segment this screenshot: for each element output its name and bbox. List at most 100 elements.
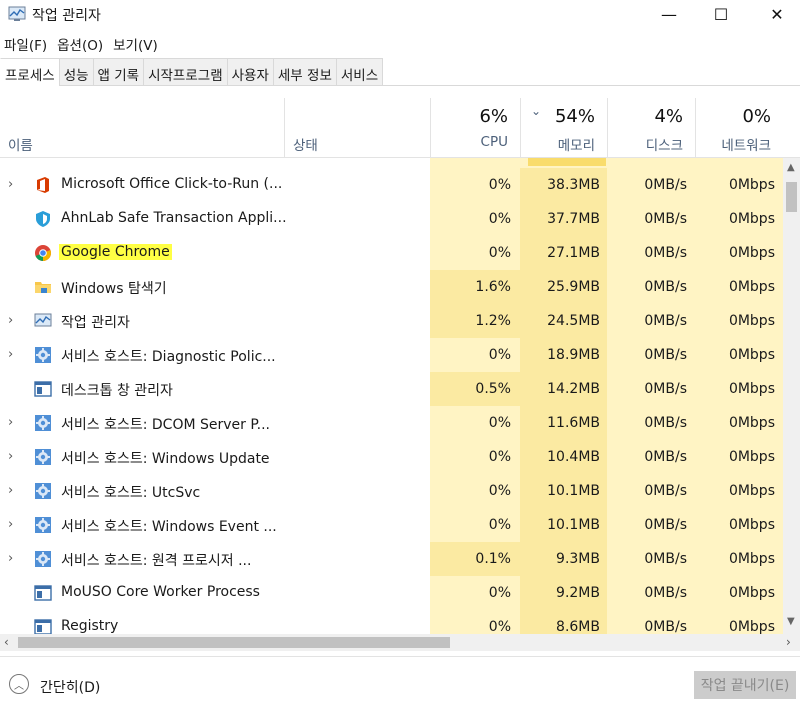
process-mem-value: 38.3MB	[547, 177, 600, 193]
column-header-network[interactable]: 0% 네트워크	[695, 98, 783, 158]
column-header-cpu[interactable]: 6% CPU	[430, 98, 520, 158]
process-disk-value: 0MB/s	[644, 211, 687, 227]
disk-total-percent: 4%	[654, 106, 683, 127]
gear-icon	[34, 550, 52, 568]
process-mem-value: 9.3MB	[556, 551, 600, 567]
process-disk-value: 0MB/s	[644, 313, 687, 329]
end-task-button[interactable]: 작업 끝내기(E)	[694, 671, 796, 699]
process-row[interactable]: › 작업 관리자 1.2% 24.5MB 0MB/s 0Mbps	[0, 304, 783, 338]
process-row[interactable]: › 서비스 호스트: DCOM Server P... 0% 11.6MB 0MB/s 0…	[0, 406, 783, 440]
close-icon: ✕	[770, 4, 784, 24]
process-row[interactable]: › Microsoft Office Click-to-Run (... 0% 38.…	[0, 168, 783, 202]
tab-app-history[interactable]: 앱 기록	[93, 58, 145, 85]
process-name: Google Chrome	[59, 244, 172, 260]
process-net-value: 0Mbps	[728, 313, 775, 329]
scroll-down-icon[interactable]: ▼	[787, 616, 795, 627]
vertical-scrollbar[interactable]: ▲ ▼	[783, 158, 800, 634]
process-row[interactable]: 데스크톱 창 관리자 0.5% 14.2MB 0MB/s 0Mbps	[0, 372, 783, 406]
menu-view[interactable]: 보기(V)	[109, 32, 164, 56]
shield-icon	[34, 210, 52, 228]
column-disk-label: 디스크	[645, 138, 683, 154]
collapse-chevron-up-icon[interactable]: ︿	[9, 674, 29, 694]
process-net-value: 0Mbps	[728, 585, 775, 601]
tab-bar: 프로세스 성능 앱 기록 시작프로그램 사용자 세부 정보 서비스	[0, 58, 800, 86]
process-row[interactable]: Google Chrome 0% 27.1MB 0MB/s 0Mbps	[0, 236, 783, 270]
process-mem-value: 11.6MB	[547, 415, 600, 431]
expand-chevron-icon[interactable]: ›	[8, 313, 13, 328]
tab-services[interactable]: 서비스	[336, 58, 384, 85]
tab-performance[interactable]: 성능	[59, 58, 94, 85]
expand-chevron-icon[interactable]: ›	[8, 177, 13, 192]
process-disk-value: 0MB/s	[644, 585, 687, 601]
scroll-up-icon[interactable]: ▲	[787, 162, 795, 173]
expand-chevron-icon[interactable]: ›	[8, 449, 13, 464]
process-cpu-value: 0%	[488, 619, 511, 634]
process-row[interactable]: Registry 0% 8.6MB 0MB/s 0Mbps	[0, 610, 783, 634]
chrome-icon	[34, 244, 52, 262]
process-name: 서비스 호스트: UtcSvc	[61, 485, 201, 501]
process-cpu-value: 0.5%	[475, 381, 511, 397]
tab-details[interactable]: 세부 정보	[273, 58, 337, 85]
process-name: 서비스 호스트: DCOM Server P...	[61, 417, 270, 433]
cpu-total-percent: 6%	[479, 106, 508, 127]
window-title: 작업 관리자	[32, 8, 101, 24]
process-row[interactable]: MoUSO Core Worker Process 0% 9.2MB 0MB/s 0Mb…	[0, 576, 783, 610]
window-icon	[34, 618, 52, 634]
column-header-memory[interactable]: ⌄ 54% 메모리	[520, 98, 607, 158]
expand-chevron-icon[interactable]: ›	[8, 347, 13, 362]
horizontal-scrollbar[interactable]: ‹ ›	[0, 634, 800, 651]
vertical-scroll-thumb[interactable]	[786, 182, 797, 212]
expand-chevron-icon[interactable]: ›	[8, 483, 13, 498]
process-row[interactable]: › 서비스 호스트: Windows Update 0% 10.4MB 0MB/s 0Mb…	[0, 440, 783, 474]
process-name: 작업 관리자	[61, 315, 130, 331]
menu-file[interactable]: 파일(F)	[0, 32, 53, 56]
process-cpu-value: 0.1%	[475, 551, 511, 567]
process-net-value: 0Mbps	[728, 381, 775, 397]
office-icon	[34, 176, 52, 194]
process-row[interactable]: › 서비스 호스트: UtcSvc 0% 10.1MB 0MB/s 0Mbps	[0, 474, 783, 508]
menu-bar: 파일(F) 옵션(O) 보기(V)	[0, 32, 164, 56]
expand-chevron-icon[interactable]: ›	[8, 415, 13, 430]
process-cpu-value: 0%	[488, 517, 511, 533]
process-net-value: 0Mbps	[728, 517, 775, 533]
fewer-details-button[interactable]: 간단히(D)	[40, 677, 100, 697]
folder-icon	[34, 278, 52, 296]
maximize-icon: ☐	[713, 4, 729, 24]
task-manager-app-icon	[8, 6, 26, 21]
tab-startup[interactable]: 시작프로그램	[144, 58, 228, 85]
process-disk-value: 0MB/s	[644, 415, 687, 431]
process-row[interactable]: AhnLab Safe Transaction Appli... 0% 37.7MB…	[0, 202, 783, 236]
window-icon	[34, 380, 52, 398]
process-row[interactable]: › 서비스 호스트: Diagnostic Polic... 0% 18.9MB 0MB…	[0, 338, 783, 372]
column-network-label: 네트워크	[721, 138, 771, 154]
maximize-button[interactable]: ☐	[698, 0, 744, 28]
tab-processes[interactable]: 프로세스	[0, 58, 60, 86]
scroll-right-icon[interactable]: ›	[786, 635, 791, 649]
expand-chevron-icon[interactable]: ›	[8, 517, 13, 532]
process-row[interactable]: › 서비스 호스트: 원격 프로시저 ... 0.1% 9.3MB 0MB/s 0Mbps	[0, 542, 783, 576]
process-net-value: 0Mbps	[728, 177, 775, 193]
column-memory-label: 메모리	[557, 138, 595, 154]
minimize-icon: —	[661, 4, 677, 24]
column-header-disk[interactable]: 4% 디스크	[607, 98, 695, 158]
process-mem-value: 10.1MB	[547, 483, 600, 499]
column-header-status[interactable]: 상태	[284, 98, 430, 158]
process-cpu-value: 0%	[488, 211, 511, 227]
horizontal-scroll-thumb[interactable]	[18, 637, 450, 648]
menu-options[interactable]: 옵션(O)	[53, 32, 109, 56]
process-cpu-value: 0%	[488, 245, 511, 261]
process-mem-value: 24.5MB	[547, 313, 600, 329]
process-net-value: 0Mbps	[728, 347, 775, 363]
tab-users[interactable]: 사용자	[227, 58, 274, 85]
scroll-left-icon[interactable]: ‹	[4, 635, 9, 649]
process-row[interactable]: › 서비스 호스트: Windows Event ... 0% 10.1MB 0MB/s…	[0, 508, 783, 542]
process-cpu-value: 0%	[488, 449, 511, 465]
process-row[interactable]: Windows 탐색기 1.6% 25.9MB 0MB/s 0Mbps	[0, 270, 783, 304]
process-mem-value: 27.1MB	[547, 245, 600, 261]
column-header-name[interactable]: 이름	[0, 98, 284, 158]
process-name: MoUSO Core Worker Process	[61, 584, 260, 600]
minimize-button[interactable]: —	[646, 0, 692, 28]
footer: ︿ 간단히(D) 작업 끝내기(E)	[0, 656, 800, 704]
expand-chevron-icon[interactable]: ›	[8, 551, 13, 566]
close-button[interactable]: ✕	[754, 0, 800, 28]
